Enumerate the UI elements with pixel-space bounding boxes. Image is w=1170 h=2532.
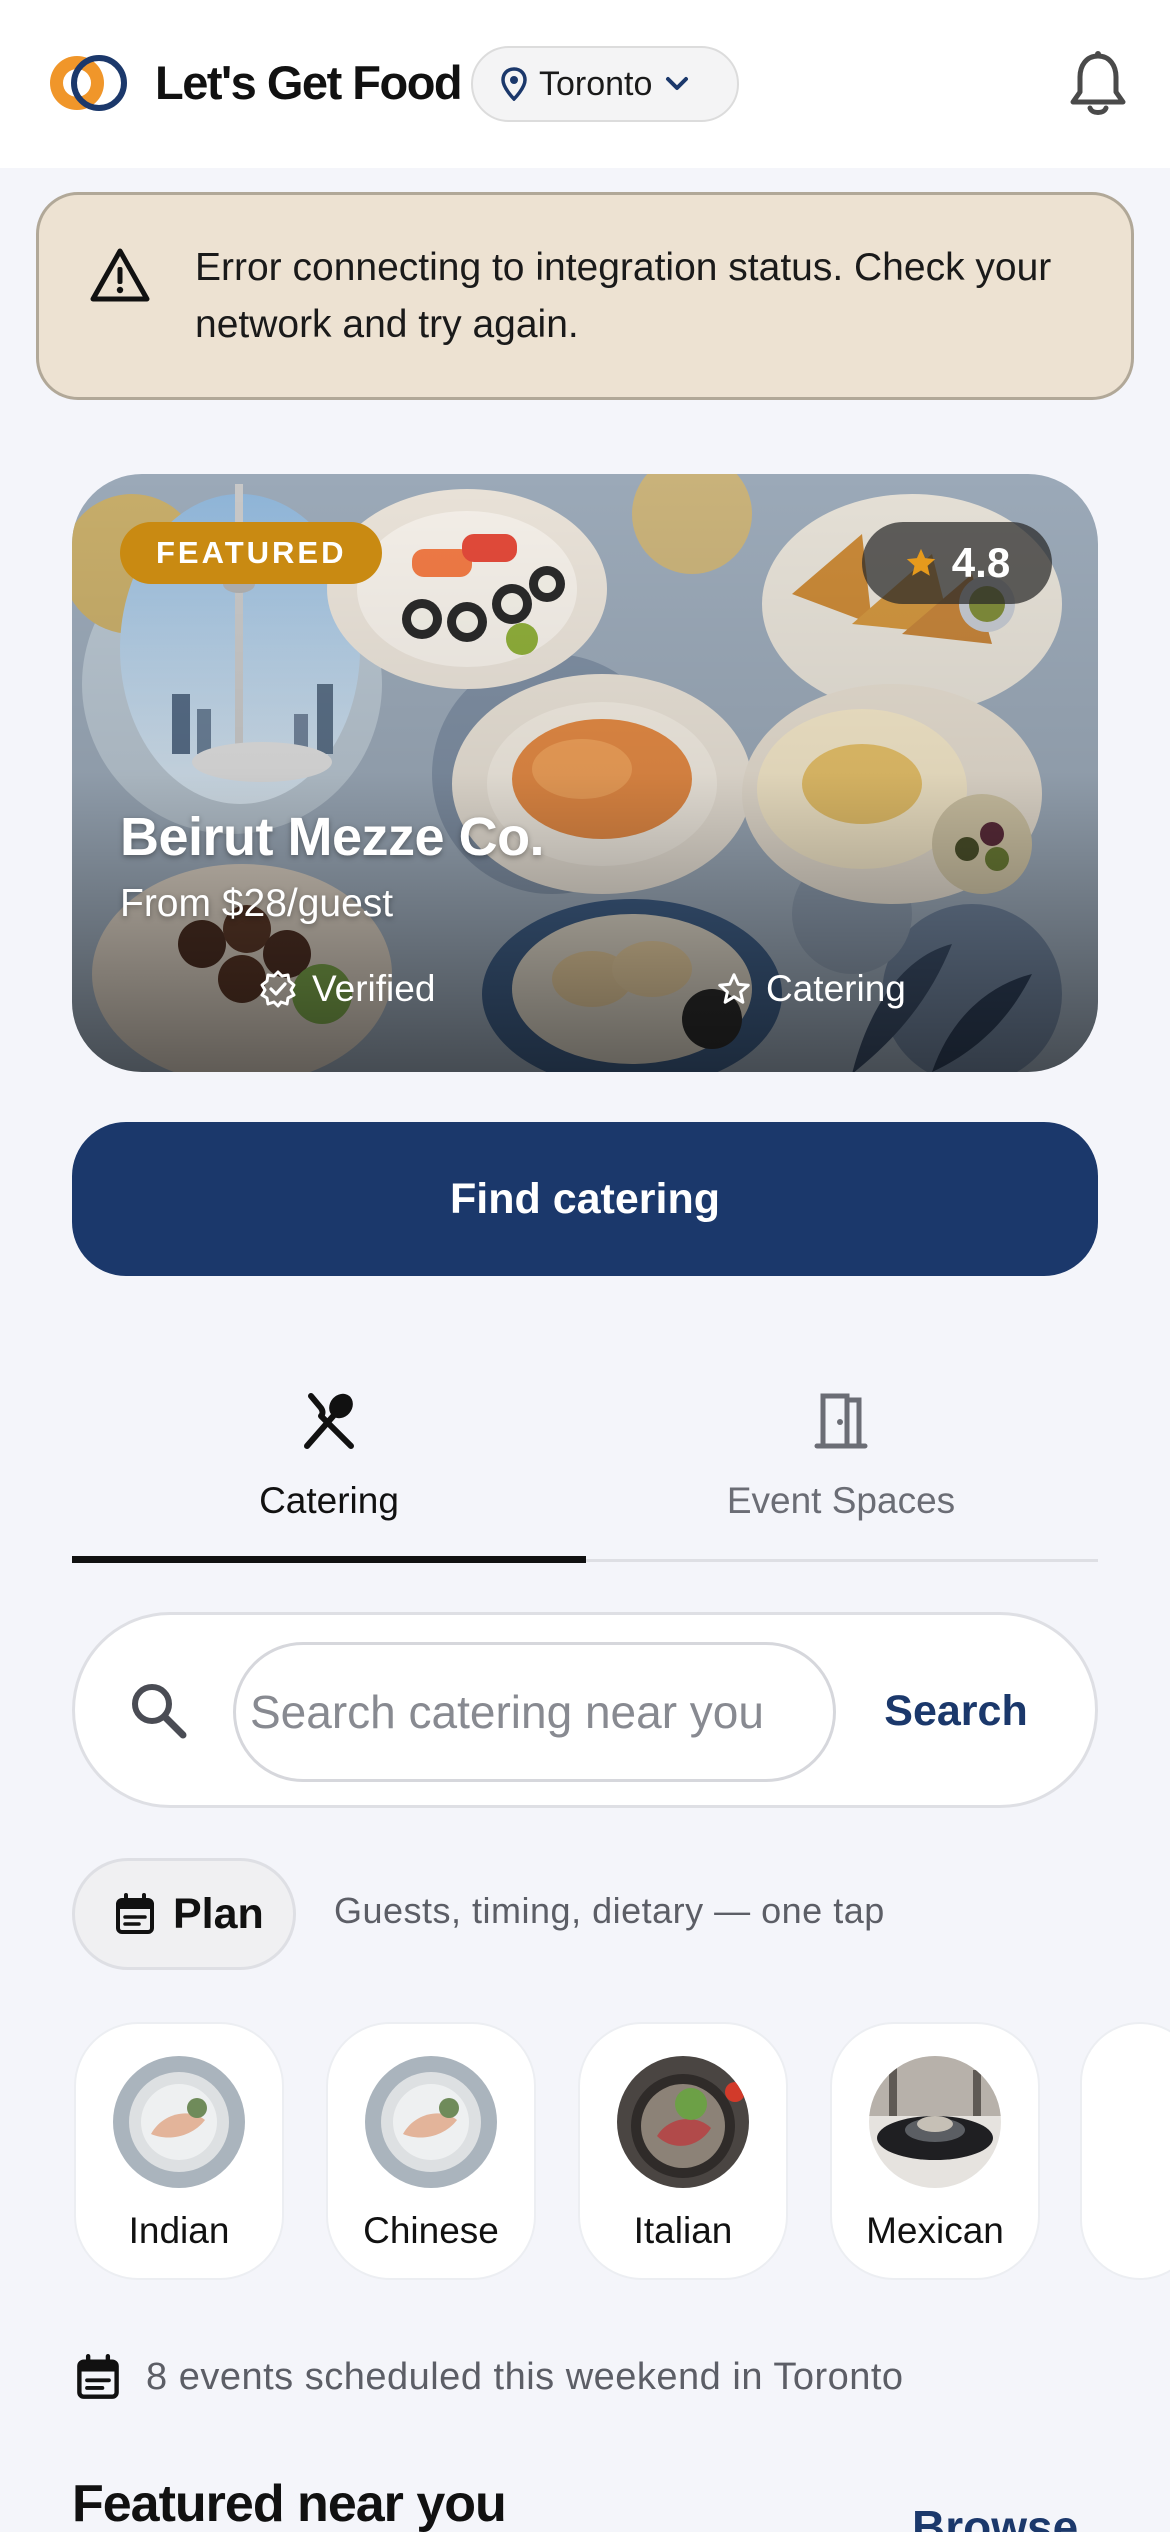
brand-name: Let's Get Food (155, 56, 463, 109)
error-banner: Error connecting to integration status. … (36, 192, 1134, 400)
search-icon (132, 1684, 187, 1739)
chevron-down-icon (666, 77, 689, 90)
plan-button[interactable]: Plan (72, 1858, 296, 1970)
weekend-events-info: 8 events scheduled this weekend in Toron… (76, 2354, 904, 2400)
search-button[interactable]: Search (861, 1665, 1051, 1757)
verified-tag: Verified (258, 968, 435, 1010)
restaurant-name: Beirut Mezze Co. (120, 807, 545, 867)
category-label: Catering (766, 968, 906, 1009)
plan-label: Plan (173, 1889, 264, 1938)
city-label: Toronto (539, 64, 653, 103)
search-input[interactable] (233, 1642, 836, 1782)
utensils-crossed-icon (304, 1393, 354, 1449)
tab-event-spaces[interactable]: Event Spaces (584, 1378, 1098, 1560)
cuisine-italian[interactable]: Italian (578, 2022, 788, 2280)
featured-near-you-heading: Featured near you (72, 2475, 507, 2532)
search-bar: Search (72, 1612, 1098, 1808)
verified-label: Verified (312, 968, 436, 1009)
cuisine-next-card[interactable] (1080, 2022, 1170, 2280)
mexican-dish-image (869, 2056, 1001, 2188)
warning-icon (90, 248, 150, 302)
location-pin-icon (501, 67, 527, 101)
verified-badge-icon (260, 970, 296, 1008)
featured-restaurant-card[interactable]: FEATURED 4.8 Beirut Mezze Co. From $28/g… (72, 474, 1098, 1072)
browse-link[interactable]: Browse (912, 2500, 1078, 2532)
tab-event-spaces-label: Event Spaces (726, 1480, 956, 1521)
indian-dish-image (113, 2056, 245, 2188)
plan-hint: Guests, timing, dietary — one tap (334, 1890, 885, 1931)
cuisine-chinese[interactable]: Chinese (326, 2022, 536, 2280)
tab-catering[interactable]: Catering (72, 1378, 586, 1560)
featured-badge: FEATURED (120, 522, 383, 584)
city-selector[interactable]: Toronto (471, 46, 739, 122)
brand-logo-icon[interactable] (47, 52, 133, 114)
cuisine-label: Mexican (866, 2210, 1004, 2251)
cuisine-label: Chinese (363, 2210, 499, 2251)
error-message: Error connecting to integration status. … (195, 246, 1052, 346)
tab-catering-label: Catering (259, 1480, 399, 1521)
rating-badge: 4.8 (862, 522, 1052, 604)
calendar-icon (116, 1893, 154, 1934)
category-tag: Catering (716, 968, 906, 1010)
active-tab-indicator (72, 1556, 586, 1563)
cuisine-label: Indian (128, 2210, 230, 2251)
cuisine-label: Italian (633, 2210, 733, 2251)
italian-dish-image (617, 2056, 749, 2188)
find-catering-button[interactable]: Find catering (72, 1122, 1098, 1276)
calendar-icon (77, 2354, 119, 2399)
star-outline-icon (718, 973, 750, 1004)
app-header: Let's Get Food Toronto (0, 0, 1170, 168)
chinese-dish-image (365, 2056, 497, 2188)
cuisine-mexican[interactable]: Mexican (830, 2022, 1040, 2280)
star-filled-icon (906, 548, 935, 576)
cuisine-indian[interactable]: Indian (74, 2022, 284, 2280)
notification-bell-icon[interactable] (1068, 50, 1128, 120)
weekend-events-text: 8 events scheduled this weekend in Toron… (146, 2355, 904, 2398)
rating-value: 4.8 (951, 539, 1011, 586)
door-icon (814, 1393, 868, 1449)
price-per-guest: From $28/guest (120, 882, 394, 925)
